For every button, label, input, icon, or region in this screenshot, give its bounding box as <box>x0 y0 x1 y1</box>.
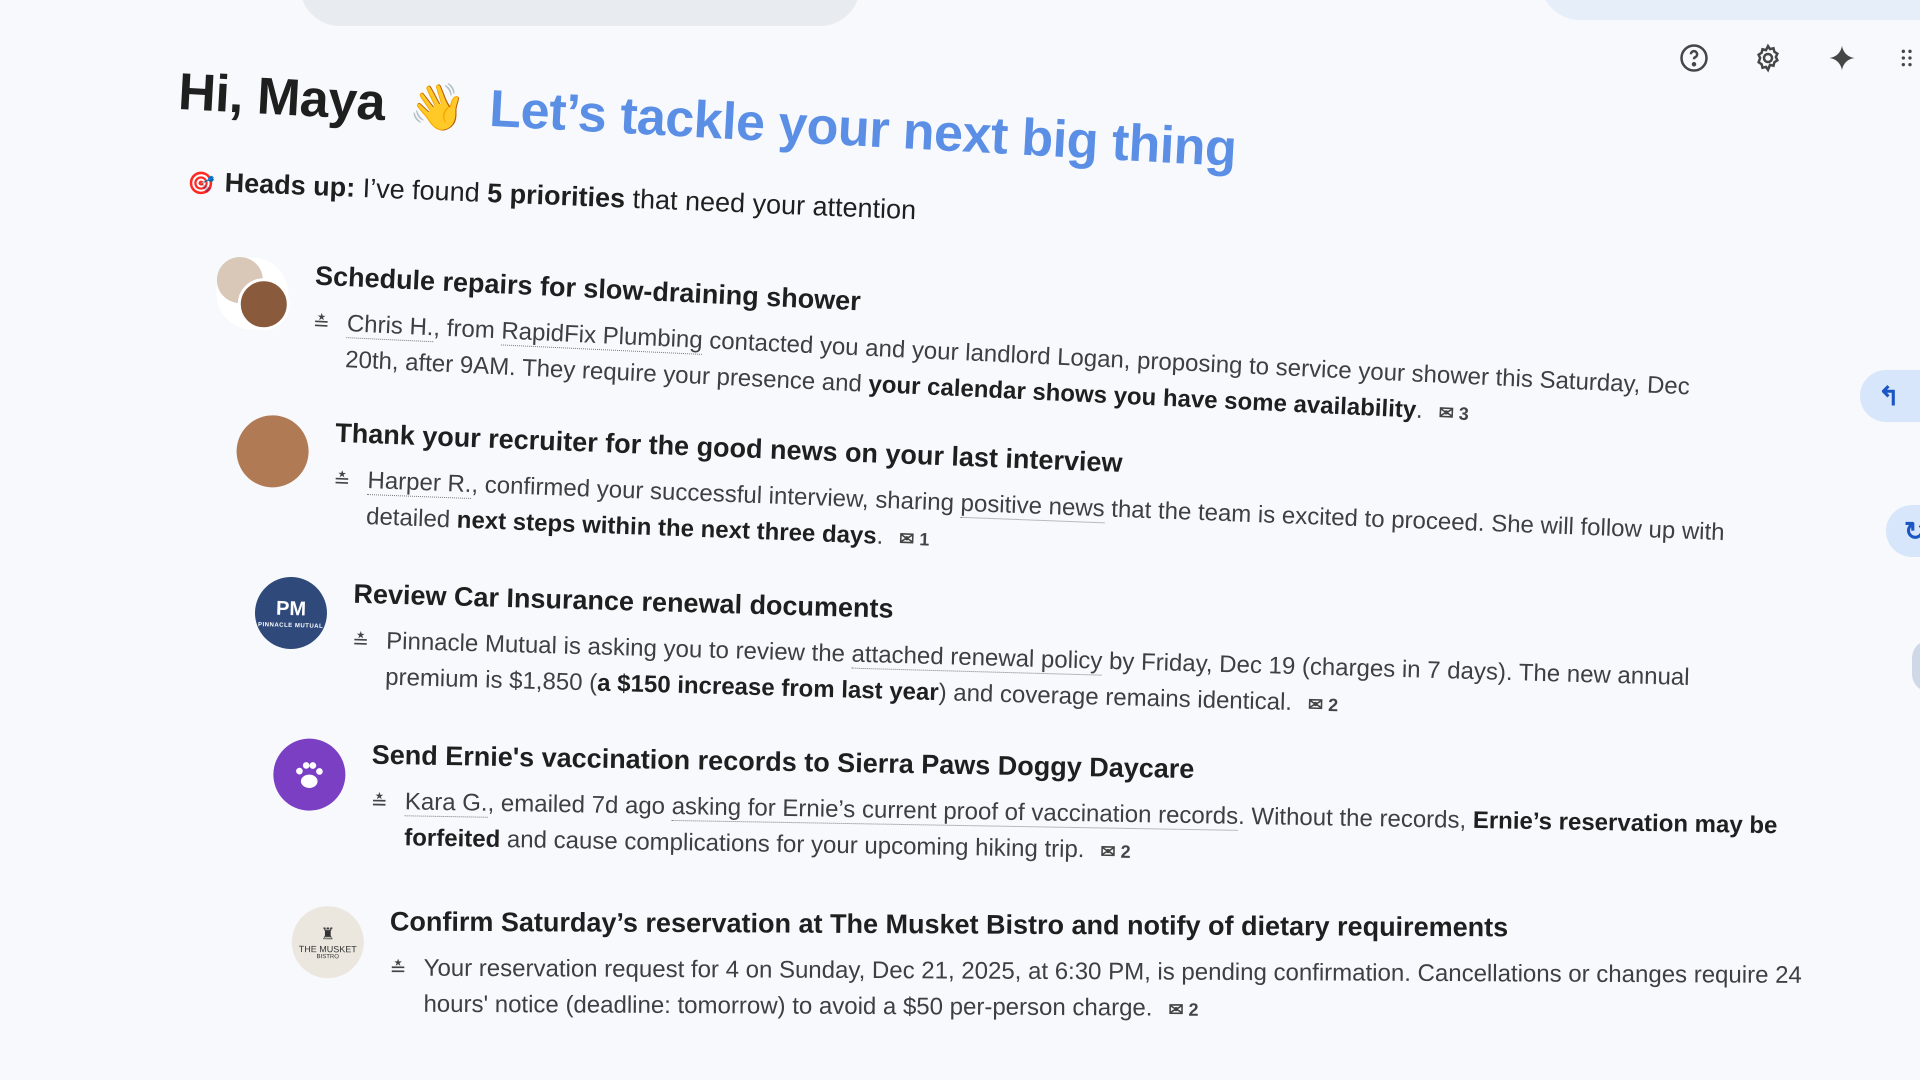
wave-icon: 👋 <box>407 79 468 135</box>
mail-count[interactable]: ✉ 2 <box>1100 841 1130 862</box>
text: by Friday, Dec 19 (charges in 7 days). T… <box>1101 647 1690 692</box>
avatar-pinnacle-mutual: PM PINNACLE MUTUAL <box>253 576 328 650</box>
company-link[interactable]: RapidFix Plumbing <box>500 317 704 355</box>
highlight: a $150 increase from last year <box>596 669 940 707</box>
musket-logo-icon: ♜ <box>320 926 336 944</box>
ai-summary-icon: ≛ <box>351 630 370 654</box>
highlight: forfeited <box>404 824 501 853</box>
ai-summary-icon: ≛ <box>370 791 388 814</box>
paw-icon <box>296 762 323 788</box>
text: . <box>876 522 884 550</box>
text: . <box>1415 396 1424 424</box>
heads-up-label: Heads up: <box>224 167 356 203</box>
text: premium is $1,850 ( <box>384 663 598 697</box>
text: Pinnacle Mutual is asking you to review … <box>385 627 853 668</box>
ai-summary-icon: ≛ <box>333 469 351 493</box>
ai-summary-icon: ≛ <box>389 958 407 981</box>
mail-icon: ✉ <box>1438 402 1455 424</box>
mail-count[interactable]: ✉ 1 <box>899 528 930 549</box>
mail-count[interactable]: ✉ 2 <box>1308 694 1339 715</box>
mail-count-value: 3 <box>1458 403 1470 425</box>
priority-title[interactable]: Send Ernie's vaccination records to Sier… <box>371 740 1194 785</box>
text: ) and coverage remains identical. <box>938 679 1293 716</box>
heads-up-text-after: that need your attention <box>624 183 917 226</box>
sender-link[interactable]: Chris H. <box>346 310 435 343</box>
text: hours' notice (deadline: tomorrow) to av… <box>423 990 1153 1022</box>
text: detailed <box>365 503 458 534</box>
mail-icon: ✉ <box>898 528 915 550</box>
mail-count[interactable]: ✉ 3 <box>1438 403 1469 424</box>
greeting-hi: Hi, Maya <box>176 62 387 133</box>
ai-summary-icon: ≛ <box>312 312 331 336</box>
mail-count-value: 2 <box>1188 999 1199 1020</box>
greeting: Hi, Maya 👋 Let’s tackle your next big th… <box>177 62 1238 179</box>
greeting-tagline: Let’s tackle your next big thing <box>488 79 1238 179</box>
mail-icon: ✉ <box>1100 841 1116 862</box>
avatar-subtext: PINNACLE MUTUAL <box>257 621 324 630</box>
text: that the team is excited to proceed. She… <box>1104 495 1726 547</box>
text: , from <box>432 314 503 345</box>
highlight: Ernie’s reservation may be <box>1472 806 1778 840</box>
heads-up-count: 5 priorities <box>486 178 626 214</box>
target-icon: 🎯 <box>186 169 216 197</box>
avatar-text: PM <box>275 597 307 620</box>
priority-summary-line2: forfeited and cause complications for yo… <box>404 824 1131 865</box>
priority-summary-line2: hours' notice (deadline: tomorrow) to av… <box>423 991 1198 1023</box>
avatar-subtext: BISTRO <box>316 954 339 961</box>
mail-count[interactable]: ✉ 2 <box>1168 1000 1198 1020</box>
text: Your reservation request for 4 on Sunday… <box>423 954 1802 989</box>
heads-up-text-before: I’ve found <box>354 172 488 209</box>
request-link[interactable]: asking for Ernie’s current proof of vacc… <box>671 792 1239 831</box>
mail-icon: ✉ <box>1168 999 1184 1020</box>
priority-title[interactable]: Review Car Insurance renewal documents <box>353 579 894 625</box>
news-link[interactable]: positive news <box>960 489 1106 524</box>
text: , emailed 7d ago <box>487 789 672 820</box>
avatar-text: THE MUSKET <box>298 944 357 955</box>
priority-title[interactable]: Confirm Saturday’s reservation at The Mu… <box>390 907 1508 944</box>
priority-summary-line1: ≛ Your reservation request for 4 on Sunda… <box>390 955 1802 990</box>
sender-link[interactable]: Kara G. <box>404 788 488 818</box>
sender-link[interactable]: Harper R. <box>366 467 473 500</box>
highlight: next steps within the next three days <box>456 506 878 550</box>
avatar <box>235 414 310 489</box>
text: . Without the records, <box>1237 802 1474 834</box>
avatar <box>214 256 291 332</box>
mail-count-value: 2 <box>1120 841 1131 862</box>
heads-up: 🎯 Heads up: I’ve found 5 priorities that … <box>187 166 917 226</box>
avatar-musket-bistro: ♜ THE MUSKET BISTRO <box>291 906 364 979</box>
mail-count-value: 1 <box>918 529 930 550</box>
priority-title[interactable]: Schedule repairs for slow-draining showe… <box>314 261 861 318</box>
attachment-link[interactable]: attached renewal policy <box>851 640 1103 676</box>
text: and cause complications for your upcomin… <box>500 825 1085 864</box>
avatar-person-b <box>236 277 291 332</box>
mail-count-value: 2 <box>1327 694 1339 716</box>
mail-icon: ✉ <box>1307 694 1324 715</box>
avatar-sierra-paws <box>272 738 346 812</box>
